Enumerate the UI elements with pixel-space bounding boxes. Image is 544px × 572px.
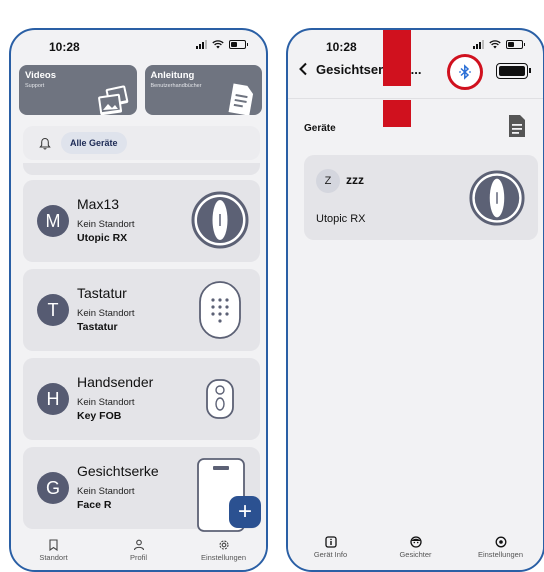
smart-lock-icon: [191, 191, 249, 249]
device-type: Key FOB: [77, 410, 122, 422]
device-name: Gesichtserke: [77, 463, 159, 479]
tab-standort[interactable]: Standort: [11, 532, 96, 570]
settings-icon: [495, 536, 506, 548]
tab-label: Gesichter: [399, 550, 432, 559]
device-card-tastatur[interactable]: T Tastatur Kein Standort Tastatur: [23, 269, 260, 351]
bluetooth-status-button[interactable]: [447, 54, 483, 90]
device-name: Handsender: [77, 374, 154, 390]
device-type: Face R: [77, 499, 112, 511]
nav-header: Gesichtser nnu...: [288, 54, 543, 90]
section-title: Geräte: [304, 123, 336, 134]
person-icon: [133, 539, 144, 551]
divider: [288, 98, 543, 99]
device-card-gesichtserke[interactable]: G Gesichtserke Kein Standort Face R: [23, 447, 260, 532]
device-name: Max13: [77, 196, 120, 212]
device-card-zzz[interactable]: Z zzz Utopic RX: [304, 155, 538, 240]
tab-faces[interactable]: Gesichter: [373, 530, 458, 570]
tab-label: Standort: [39, 553, 68, 562]
video-cards-icon: [97, 85, 128, 115]
tab-label: Einstellungen: [477, 550, 524, 559]
bottom-tab-bar: Standort Profil Einstellungen: [11, 532, 266, 570]
device-name: zzz: [346, 173, 364, 187]
status-icons: [473, 40, 525, 49]
wifi-icon: [212, 40, 224, 49]
status-time: 10:28: [49, 40, 80, 54]
warning-exclamation-icon: [383, 30, 411, 127]
device-filter-bar: Alle Geräte: [23, 126, 260, 160]
tile-title: Videos: [25, 70, 56, 81]
device-location: Kein Standort: [77, 486, 135, 497]
device-type: Utopic RX: [316, 213, 366, 225]
signal-icon: [196, 40, 207, 49]
tab-profil[interactable]: Profil: [96, 532, 181, 570]
bluetooth-icon: [459, 64, 471, 80]
document-icon: [228, 83, 254, 115]
smart-lock-icon: [469, 170, 525, 226]
wifi-icon: [489, 40, 501, 49]
all-devices-chip[interactable]: Alle Geräte: [61, 132, 127, 154]
tab-label: Gerät Info: [313, 550, 348, 559]
list-item-partial: [23, 163, 260, 175]
tab-label: Profil: [129, 553, 148, 562]
battery-icon: [229, 40, 248, 49]
device-location: Kein Standort: [77, 308, 135, 319]
add-device-button[interactable]: +: [229, 496, 261, 528]
bookmark-icon: [49, 539, 58, 551]
document-icon[interactable]: [507, 114, 527, 138]
avatar: T: [37, 294, 69, 326]
gear-icon: [218, 540, 229, 550]
key-fob-icon: [206, 379, 234, 419]
tile-title: Anleitung: [150, 70, 195, 81]
device-battery-icon: [496, 63, 531, 79]
phone-face-recognition: 10:28 Gesichtser nnu... Geräte Z zzz Uto…: [286, 28, 544, 572]
videos-tile[interactable]: Videos Support: [19, 65, 137, 115]
tab-device-info[interactable]: Gerät Info: [288, 530, 373, 570]
device-location: Kein Standort: [77, 397, 135, 408]
device-type: Utopic RX: [77, 232, 128, 244]
battery-icon: [506, 40, 525, 49]
tab-label: Einstellungen: [200, 553, 247, 562]
keypad-icon: [199, 281, 241, 339]
tab-settings[interactable]: Einstellungen: [458, 530, 543, 570]
device-name: Tastatur: [77, 285, 127, 301]
status-icons: [196, 40, 248, 49]
avatar: Z: [316, 169, 340, 193]
device-list[interactable]: M Max13 Kein Standort Utopic RX T Tastat…: [23, 163, 260, 532]
avatar: G: [37, 472, 69, 504]
avatar: H: [37, 383, 69, 415]
avatar: M: [37, 205, 69, 237]
bell-icon[interactable]: [39, 137, 51, 150]
manual-tile[interactable]: Anleitung Benutzerhandbücher: [144, 65, 262, 115]
device-card-max13[interactable]: M Max13 Kein Standort Utopic RX: [23, 180, 260, 262]
phone-device-list: 10:28 Videos Support Anleitung Benutzerh…: [9, 28, 268, 572]
status-time: 10:28: [326, 40, 357, 54]
device-card-handsender[interactable]: H Handsender Kein Standort Key FOB: [23, 358, 260, 440]
signal-icon: [473, 40, 484, 49]
device-location: Kein Standort: [77, 219, 135, 230]
tab-einstellungen[interactable]: Einstellungen: [181, 532, 266, 570]
info-icon: [324, 536, 337, 548]
face-icon: [409, 536, 422, 548]
back-chevron-icon[interactable]: [298, 62, 308, 76]
device-type: Tastatur: [77, 321, 118, 333]
status-bar: 10:28: [11, 30, 266, 60]
bottom-tab-bar: Gerät Info Gesichter Einstellungen: [288, 530, 543, 570]
info-tiles: Videos Support Anleitung Benutzerhandbüc…: [19, 65, 262, 115]
